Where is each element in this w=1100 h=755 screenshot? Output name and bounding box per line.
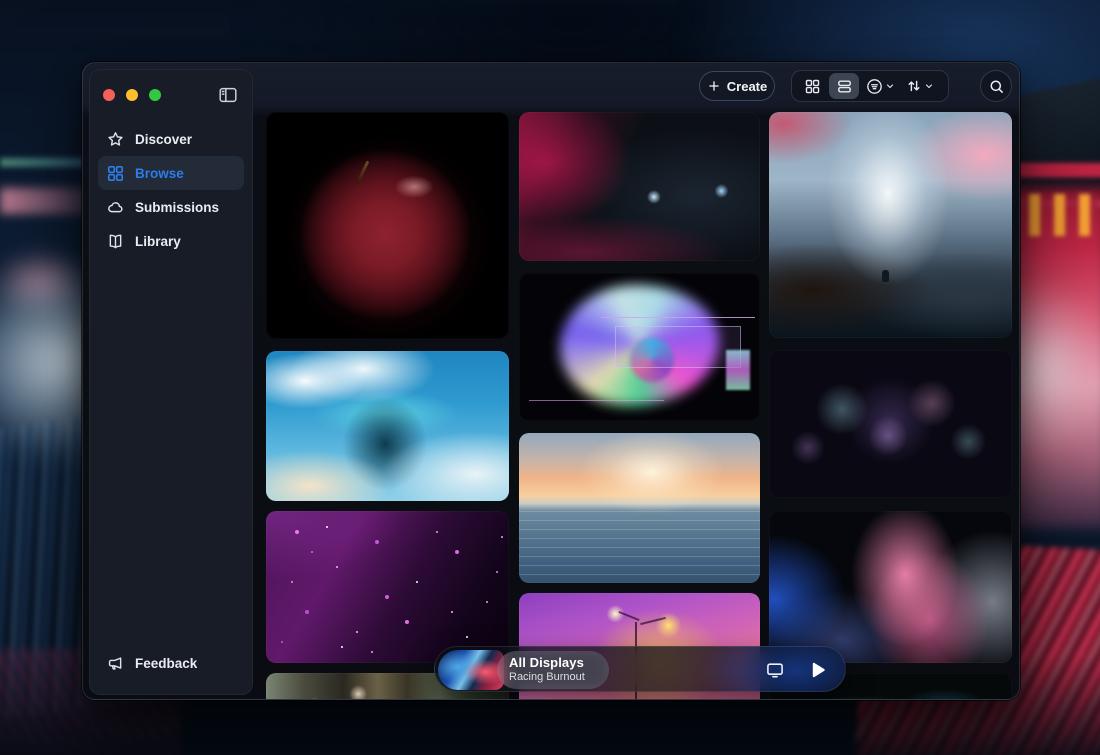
- sidebar-item-submissions[interactable]: Submissions: [98, 190, 244, 224]
- search-button[interactable]: [980, 70, 1012, 102]
- backdrop-name-label: Racing Burnout: [509, 671, 597, 684]
- chevron-down-icon: [885, 81, 895, 91]
- lamp-arm: [618, 611, 639, 621]
- grid-view-icon: [804, 78, 821, 95]
- sidebar-item-library[interactable]: Library: [98, 224, 244, 258]
- display-target-label: All Displays: [509, 655, 597, 671]
- tile-sunset-ocean[interactable]: [519, 433, 760, 583]
- plus-icon: [707, 79, 721, 93]
- current-backdrop-thumbnail[interactable]: [438, 650, 504, 690]
- tile-floating-island[interactable]: [266, 351, 509, 501]
- sidebar-item-label: Discover: [135, 132, 192, 147]
- tile-pink-ink-smoke[interactable]: [769, 511, 1012, 663]
- grid-icon: [106, 164, 125, 183]
- zoom-button[interactable]: [149, 89, 161, 101]
- filter-icon: [865, 77, 884, 96]
- sidebar-item-label: Submissions: [135, 200, 219, 215]
- ocean-waves: [519, 511, 760, 583]
- sort-arrows-icon: [905, 77, 923, 95]
- list-view-icon: [836, 78, 853, 95]
- now-playing-info[interactable]: All Displays Racing Burnout: [497, 651, 609, 689]
- monitor-icon: [765, 660, 785, 680]
- sidebar-item-label: Library: [135, 234, 181, 249]
- close-button[interactable]: [103, 89, 115, 101]
- particle-dots: [266, 511, 268, 513]
- tile-pink-waterfall[interactable]: [769, 112, 1012, 338]
- glitch-rect: [615, 326, 740, 367]
- sort-button[interactable]: [901, 77, 938, 95]
- create-button-label: Create: [727, 79, 767, 94]
- create-button[interactable]: Create: [699, 71, 775, 101]
- list-view-button[interactable]: [829, 73, 859, 99]
- search-icon: [988, 78, 1005, 95]
- sidebar-item-browse[interactable]: Browse: [98, 156, 244, 190]
- book-icon: [106, 232, 125, 251]
- display-button[interactable]: [765, 660, 785, 680]
- desktop: Browse All Backdrops Create: [0, 0, 1100, 755]
- chevron-down-icon: [924, 81, 934, 91]
- sidebar-nav: Discover Browse Submissions Library: [98, 122, 244, 258]
- sidebar-footer: Feedback: [98, 646, 244, 680]
- play-icon: [806, 659, 828, 681]
- traffic-lights: [103, 89, 161, 101]
- glitch-line: [529, 400, 664, 401]
- sidebar-item-label: Browse: [135, 166, 184, 181]
- sitting-person: [882, 270, 889, 282]
- now-playing-bar: All Displays Racing Burnout: [434, 646, 846, 692]
- tile-fractal-kaleidoscope[interactable]: [769, 350, 1012, 498]
- view-filter-sort-group: [791, 70, 949, 102]
- wallpaper-streak: [0, 248, 90, 318]
- sidebar-toggle-button[interactable]: [217, 84, 239, 106]
- minimize-button[interactable]: [126, 89, 138, 101]
- megaphone-icon: [106, 654, 125, 673]
- glitch-line: [601, 317, 755, 318]
- play-button[interactable]: [806, 659, 828, 681]
- app-window: Browse All Backdrops Create: [82, 62, 1020, 700]
- sidebar-toggle-icon: [217, 84, 239, 106]
- tile-neon-car-garage[interactable]: [519, 112, 760, 261]
- tile-holographic-blob[interactable]: [519, 273, 760, 421]
- sidebar-item-label: Feedback: [135, 656, 197, 671]
- lamp-arm: [640, 617, 666, 625]
- sidebar-item-discover[interactable]: Discover: [98, 122, 244, 156]
- sidebar-item-feedback[interactable]: Feedback: [98, 646, 244, 680]
- star-icon: [106, 130, 125, 149]
- sidebar: Discover Browse Submissions Library: [89, 69, 253, 695]
- glitch-chip: [726, 350, 750, 390]
- apple-stem: [355, 160, 369, 184]
- grid-view-button[interactable]: [797, 73, 827, 99]
- tile-red-apple[interactable]: [266, 112, 509, 339]
- filter-button[interactable]: [861, 77, 899, 96]
- cloud-icon: [106, 198, 125, 217]
- tile-purple-particles[interactable]: [266, 511, 509, 663]
